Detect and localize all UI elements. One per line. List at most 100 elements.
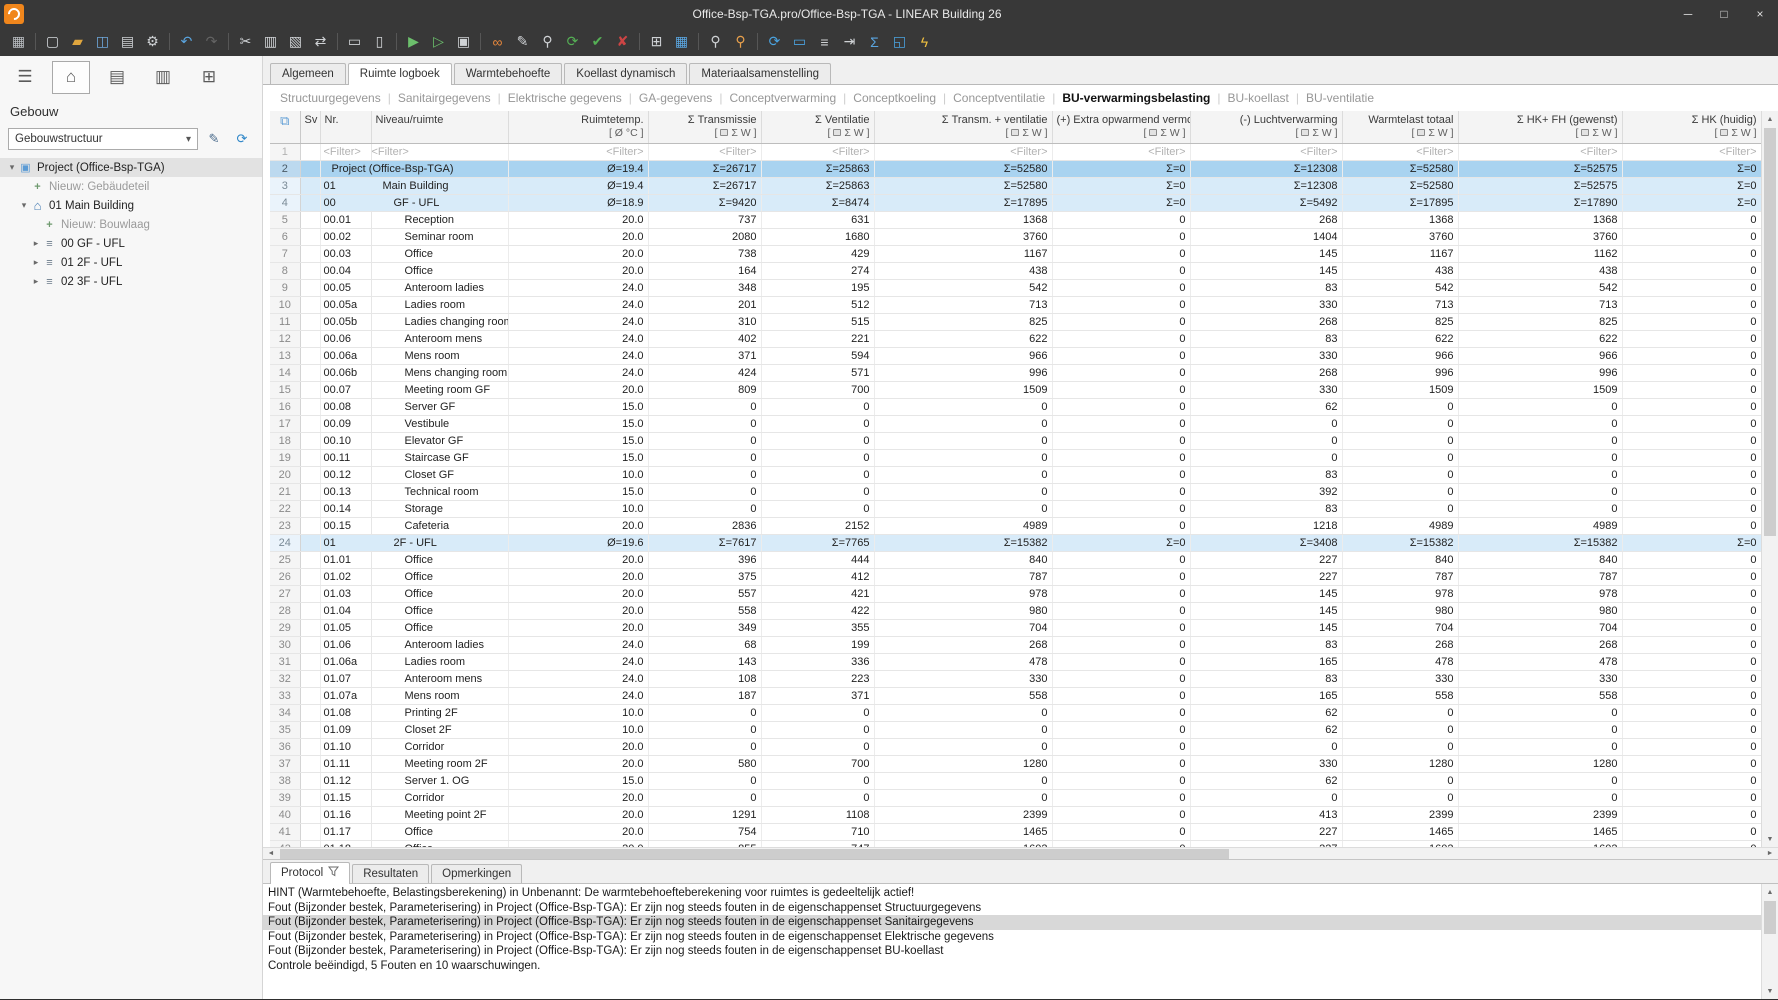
- undo-icon[interactable]: ↶: [174, 29, 199, 54]
- value-cell-ventilatie[interactable]: 0: [761, 772, 874, 789]
- value-cell-extra_opwarmend[interactable]: 0: [1052, 772, 1190, 789]
- room-name-cell[interactable]: 00.13Technical room: [320, 483, 508, 500]
- table-row[interactable]: 3701.11Meeting room 2F20.058070012800330…: [270, 755, 1761, 772]
- row-number-cell[interactable]: 5: [270, 211, 300, 228]
- table-row[interactable]: 1000.05aLadies room24.020151271303307137…: [270, 296, 1761, 313]
- room-name-cell[interactable]: 01.01Office: [320, 551, 508, 568]
- value-cell-extra_opwarmend[interactable]: 0: [1052, 755, 1190, 772]
- room-name-cell[interactable]: 00.06Anteroom mens: [320, 330, 508, 347]
- value-cell-temp[interactable]: 20.0: [508, 245, 648, 262]
- value-cell-warmtelast_totaal[interactable]: 713: [1342, 296, 1458, 313]
- sv-cell[interactable]: [300, 160, 320, 177]
- value-cell-warmtelast_totaal[interactable]: 1509: [1342, 381, 1458, 398]
- room-name-cell[interactable]: 00.05aLadies room: [320, 296, 508, 313]
- value-cell-transm_ventilatie[interactable]: 622: [874, 330, 1052, 347]
- sv-cell[interactable]: [300, 449, 320, 466]
- value-cell-ventilatie[interactable]: 0: [761, 500, 874, 517]
- value-cell-transmissie[interactable]: 396: [648, 551, 761, 568]
- row-number-cell[interactable]: 41: [270, 823, 300, 840]
- value-cell-hk_huidig[interactable]: 0: [1622, 279, 1761, 296]
- value-cell-extra_opwarmend[interactable]: 0: [1052, 721, 1190, 738]
- table-row[interactable]: 1200.06Anteroom mens24.04022216220836226…: [270, 330, 1761, 347]
- tab-algemeen[interactable]: Algemeen: [270, 63, 346, 84]
- chevron-down-icon[interactable]: ▾: [18, 200, 30, 211]
- value-cell-hk_huidig[interactable]: 0: [1622, 364, 1761, 381]
- value-cell-warmtelast_totaal[interactable]: 542: [1342, 279, 1458, 296]
- room-name-cell[interactable]: 00.05Anteroom ladies: [320, 279, 508, 296]
- value-cell-hk_fh_gewenst[interactable]: 0: [1458, 415, 1622, 432]
- sv-cell[interactable]: [300, 517, 320, 534]
- room-name-cell[interactable]: 00.06bMens changing room: [320, 364, 508, 381]
- row-number-cell[interactable]: 1: [270, 143, 300, 160]
- value-cell-extra_opwarmend[interactable]: 0: [1052, 483, 1190, 500]
- tab-ruimte-logboek[interactable]: Ruimte logboek: [348, 63, 452, 85]
- value-cell-transmissie[interactable]: 558: [648, 602, 761, 619]
- row-number-cell[interactable]: 6: [270, 228, 300, 245]
- value-cell-ventilatie[interactable]: 0: [761, 721, 874, 738]
- row-number-cell[interactable]: 31: [270, 653, 300, 670]
- sv-cell[interactable]: [300, 347, 320, 364]
- sv-cell[interactable]: [300, 398, 320, 415]
- tree-item[interactable]: ▾⌂01 Main Building: [0, 196, 262, 215]
- value-cell-transm_ventilatie[interactable]: 4989: [874, 517, 1052, 534]
- value-cell-temp[interactable]: 15.0: [508, 449, 648, 466]
- sv-cell[interactable]: [300, 704, 320, 721]
- value-cell-temp[interactable]: 20.0: [508, 823, 648, 840]
- value-cell-temp[interactable]: 15.0: [508, 415, 648, 432]
- value-cell-ventilatie[interactable]: 355: [761, 619, 874, 636]
- sv-cell[interactable]: [300, 687, 320, 704]
- value-cell-ventilatie[interactable]: 594: [761, 347, 874, 364]
- sv-cell[interactable]: [300, 228, 320, 245]
- value-cell-transmissie[interactable]: 580: [648, 755, 761, 772]
- value-cell-luchtverwarming[interactable]: <Filter>: [1190, 143, 1342, 160]
- sv-cell[interactable]: [300, 772, 320, 789]
- value-cell-ventilatie[interactable]: 421: [761, 585, 874, 602]
- row-number-cell[interactable]: 18: [270, 432, 300, 449]
- value-cell-transmissie[interactable]: 0: [648, 721, 761, 738]
- value-cell-transm_ventilatie[interactable]: 0: [874, 483, 1052, 500]
- value-cell-transm_ventilatie[interactable]: 0: [874, 466, 1052, 483]
- row-number-cell[interactable]: 27: [270, 585, 300, 602]
- value-cell-luchtverwarming[interactable]: 145: [1190, 602, 1342, 619]
- protocol-message[interactable]: HINT (Warmtebehoefte, Belastingsberekeni…: [263, 886, 1778, 901]
- subtab-conceptventilatie[interactable]: Conceptventilatie: [946, 91, 1052, 105]
- value-cell-transm_ventilatie[interactable]: 0: [874, 449, 1052, 466]
- column-header-ventilatie[interactable]: Σ Ventilatie[ Σ W ]: [761, 111, 874, 143]
- tree-item[interactable]: ▸≡00 GF - UFL: [0, 234, 262, 253]
- table-row[interactable]: 1900.11Staircase GF15.000000000: [270, 449, 1761, 466]
- value-cell-transmissie[interactable]: 754: [648, 823, 761, 840]
- row-number-cell[interactable]: 15: [270, 381, 300, 398]
- value-cell-hk_huidig[interactable]: Σ=0: [1622, 534, 1761, 551]
- room-name-cell[interactable]: 01.05Office: [320, 619, 508, 636]
- value-cell-transmissie[interactable]: 201: [648, 296, 761, 313]
- value-cell-transmissie[interactable]: 0: [648, 432, 761, 449]
- value-cell-luchtverwarming[interactable]: 0: [1190, 789, 1342, 806]
- building-view-button[interactable]: ⌂: [52, 61, 90, 94]
- table-row[interactable]: 3501.09Closet 2F10.0000062000: [270, 721, 1761, 738]
- vertical-scrollbar[interactable]: ▲ ▼: [1761, 111, 1778, 847]
- value-cell-ventilatie[interactable]: 0: [761, 704, 874, 721]
- value-cell-hk_huidig[interactable]: 0: [1622, 687, 1761, 704]
- value-cell-luchtverwarming[interactable]: 62: [1190, 398, 1342, 415]
- link-connect-icon[interactable]: ∞: [485, 29, 510, 54]
- value-cell-ventilatie[interactable]: 444: [761, 551, 874, 568]
- value-cell-temp[interactable]: 24.0: [508, 636, 648, 653]
- value-cell-hk_fh_gewenst[interactable]: 0: [1458, 789, 1622, 806]
- table-row[interactable]: 2801.04Office20.055842298001459809800: [270, 602, 1761, 619]
- value-cell-temp[interactable]: 10.0: [508, 721, 648, 738]
- room-name-cell[interactable]: 00.03Office: [320, 245, 508, 262]
- protocol-tab-opmerkingen[interactable]: Opmerkingen: [431, 864, 522, 883]
- value-cell-hk_fh_gewenst[interactable]: 2399: [1458, 806, 1622, 823]
- room-name-cell[interactable]: 00.07Meeting room GF: [320, 381, 508, 398]
- value-cell-temp[interactable]: 20.0: [508, 840, 648, 847]
- chevron-right-icon[interactable]: ▸: [30, 257, 42, 268]
- value-cell-ventilatie[interactable]: 422: [761, 602, 874, 619]
- value-cell-luchtverwarming[interactable]: 83: [1190, 330, 1342, 347]
- value-cell-hk_fh_gewenst[interactable]: 478: [1458, 653, 1622, 670]
- value-cell-warmtelast_totaal[interactable]: 478: [1342, 653, 1458, 670]
- value-cell-extra_opwarmend[interactable]: Σ=0: [1052, 534, 1190, 551]
- value-cell-transmissie[interactable]: 402: [648, 330, 761, 347]
- value-cell-temp[interactable]: 10.0: [508, 466, 648, 483]
- row-number-cell[interactable]: 23: [270, 517, 300, 534]
- value-cell-extra_opwarmend[interactable]: 0: [1052, 704, 1190, 721]
